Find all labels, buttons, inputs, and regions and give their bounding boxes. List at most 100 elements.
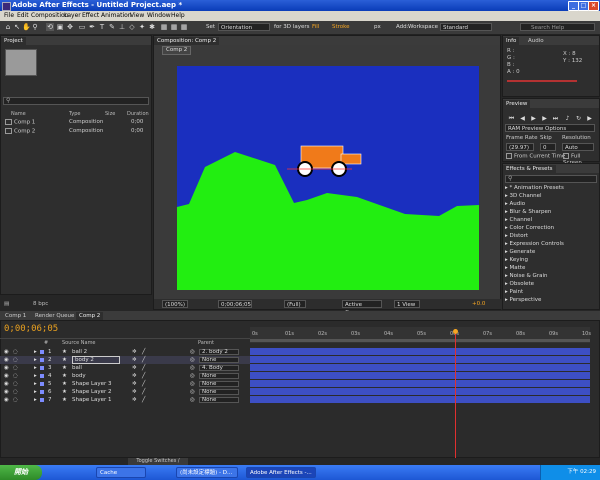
menu-help[interactable]: Help — [171, 11, 185, 21]
expand-arrow-icon[interactable]: ▸ — [34, 396, 37, 404]
expand-arrow-icon[interactable]: ▸ — [34, 364, 37, 372]
layer-duration-bar[interactable] — [250, 396, 590, 403]
comp-subtab[interactable]: Comp 2 — [162, 46, 192, 55]
audio-toggle-icon[interactable]: ◌ — [13, 396, 18, 404]
zoom-tool-icon[interactable]: ⚲ — [31, 23, 39, 31]
world-axis-icon[interactable]: ▦ — [170, 23, 178, 31]
skip-input[interactable]: 0 — [540, 143, 556, 151]
tab-composition[interactable]: Composition: Comp 2 — [154, 37, 220, 45]
label-color-swatch[interactable] — [40, 366, 44, 370]
fill-label[interactable]: Fill — [312, 24, 319, 30]
tab-project[interactable]: Project — [1, 37, 26, 45]
exposure-value[interactable]: +0.0 — [472, 301, 485, 307]
list-item[interactable]: Comp 1 — [5, 119, 35, 126]
effects-category[interactable]: ▸ Keying — [505, 257, 528, 263]
layer-name[interactable]: Shape Layer 3 — [72, 380, 112, 388]
hand-tool-icon[interactable]: ✋ — [22, 23, 31, 31]
tab-info[interactable]: Info — [503, 37, 520, 45]
last-frame-icon[interactable]: ⏭ — [551, 115, 560, 122]
eye-icon[interactable]: ◉ — [4, 356, 9, 364]
expand-arrow-icon[interactable]: ▸ — [34, 356, 37, 364]
expand-arrow-icon[interactable]: ▸ — [34, 348, 37, 356]
parent-dropdown[interactable]: None — [199, 357, 239, 363]
shy-switch-icon[interactable]: ✲ — [132, 380, 137, 388]
shy-switch-icon[interactable]: ✲ — [132, 364, 137, 372]
text-tool-icon[interactable]: T — [98, 23, 106, 31]
play-icon[interactable]: ▶ — [529, 115, 538, 122]
audio-toggle-icon[interactable]: ◌ — [13, 356, 18, 364]
parent-dropdown[interactable]: None — [199, 397, 239, 403]
column-name[interactable]: Name — [11, 111, 26, 117]
local-axis-icon[interactable]: ▦ — [160, 23, 168, 31]
label-color-swatch[interactable] — [40, 390, 44, 394]
workspace-dropdown[interactable]: Standard — [440, 23, 492, 31]
puppet-tool-icon[interactable]: ✱ — [148, 23, 156, 31]
project-search-input[interactable]: ⚲ — [3, 97, 149, 105]
effects-category[interactable]: ▸ Perspective — [505, 297, 541, 303]
toggle-switches-modes-button[interactable]: Toggle Switches / Modes — [128, 458, 188, 471]
clone-tool-icon[interactable]: ⊥ — [118, 23, 126, 31]
expand-arrow-icon[interactable]: ▸ — [34, 380, 37, 388]
layer-duration-bar[interactable] — [250, 388, 590, 395]
current-time-indicator[interactable] — [454, 330, 456, 458]
timecode-display[interactable]: 0;00;06;05 — [218, 300, 252, 308]
tab-effects-presets[interactable]: Effects & Presets — [503, 165, 556, 173]
start-button[interactable]: 開始 — [0, 465, 42, 480]
pick-whip-icon[interactable]: ◎ — [190, 380, 195, 388]
menu-effect[interactable]: Effect — [82, 11, 99, 21]
column-size[interactable]: Size — [105, 111, 115, 117]
current-time-handle[interactable] — [452, 329, 458, 334]
search-help-input[interactable]: Search Help — [520, 23, 595, 31]
effects-category[interactable]: ▸ Audio — [505, 201, 525, 207]
expand-arrow-icon[interactable]: ▸ — [34, 372, 37, 380]
quality-switch-icon[interactable]: ╱ — [142, 348, 145, 356]
timeline-timecode[interactable]: 0;00;06;05 — [4, 324, 58, 334]
taskbar-item-cache[interactable]: Cache — [96, 467, 146, 478]
camera-dropdown[interactable]: Active Camera — [342, 300, 382, 316]
table-row[interactable]: ◉ ◌ ▸ 2 ★ body 2 ✲ ╱ ◎ None — [0, 356, 250, 364]
comp-canvas[interactable] — [177, 66, 479, 290]
stroke-label[interactable]: Stroke — [332, 24, 350, 30]
taskbar-item-untitled[interactable]: (尚未設定標題) - D... — [176, 467, 238, 478]
layer-name[interactable]: body — [72, 372, 86, 380]
effects-category[interactable]: ▸ Matte — [505, 265, 525, 271]
menu-layer[interactable]: Layer — [64, 11, 81, 21]
pen-tool-icon[interactable]: ✒ — [88, 23, 96, 31]
quality-switch-icon[interactable]: ╱ — [142, 364, 145, 372]
audio-toggle-icon[interactable]: ◌ — [13, 348, 18, 356]
parent-dropdown[interactable]: None — [199, 373, 239, 379]
effects-category[interactable]: ▸ Color Correction — [505, 225, 554, 231]
taskbar-item-after-effects[interactable]: Adobe After Effects -... — [246, 467, 316, 478]
label-color-swatch[interactable] — [40, 350, 44, 354]
effects-category[interactable]: ▸ Obsolete — [505, 281, 534, 287]
label-color-swatch[interactable] — [40, 358, 44, 362]
rotate-tool-icon[interactable]: ⟲ — [46, 23, 54, 31]
pick-whip-icon[interactable]: ◎ — [190, 388, 195, 396]
menu-edit[interactable]: Edit — [17, 11, 29, 21]
audio-toggle-icon[interactable]: ◌ — [13, 372, 18, 380]
eye-icon[interactable]: ◉ — [4, 348, 9, 356]
tab-preview[interactable]: Preview — [503, 100, 531, 108]
tab-comp-1[interactable]: Comp 1 — [2, 312, 29, 320]
effects-search-input[interactable]: ⚲ — [505, 175, 597, 183]
eye-icon[interactable]: ◉ — [4, 388, 9, 396]
quality-switch-icon[interactable]: ╱ — [142, 380, 145, 388]
shy-switch-icon[interactable]: ✲ — [132, 396, 137, 404]
shy-switch-icon[interactable]: ✲ — [132, 348, 137, 356]
list-item[interactable]: Comp 2 — [5, 128, 35, 135]
effects-category[interactable]: ▸ Paint — [505, 289, 523, 295]
expand-arrow-icon[interactable]: ▸ — [34, 388, 37, 396]
layer-duration-bar[interactable] — [250, 356, 590, 363]
roto-tool-icon[interactable]: ✦ — [138, 23, 146, 31]
label-color-swatch[interactable] — [40, 374, 44, 378]
layer-name[interactable]: Shape Layer 2 — [72, 388, 112, 396]
layer-name[interactable]: body 2 — [72, 356, 120, 364]
bpc-indicator[interactable]: 8 bpc — [33, 301, 48, 307]
effects-category[interactable]: ▸ 3D Channel — [505, 193, 542, 199]
quality-switch-icon[interactable]: ╱ — [142, 356, 145, 364]
zoom-dropdown[interactable]: (100%) — [162, 300, 188, 308]
from-current-checkbox[interactable]: From Current Time — [506, 153, 565, 160]
ram-preview-options-dropdown[interactable]: RAM Preview Options — [505, 124, 595, 132]
label-color-swatch[interactable] — [40, 398, 44, 402]
table-row[interactable]: ◉ ◌ ▸ 6 ★ Shape Layer 2 ✲ ╱ ◎ None — [0, 388, 250, 396]
